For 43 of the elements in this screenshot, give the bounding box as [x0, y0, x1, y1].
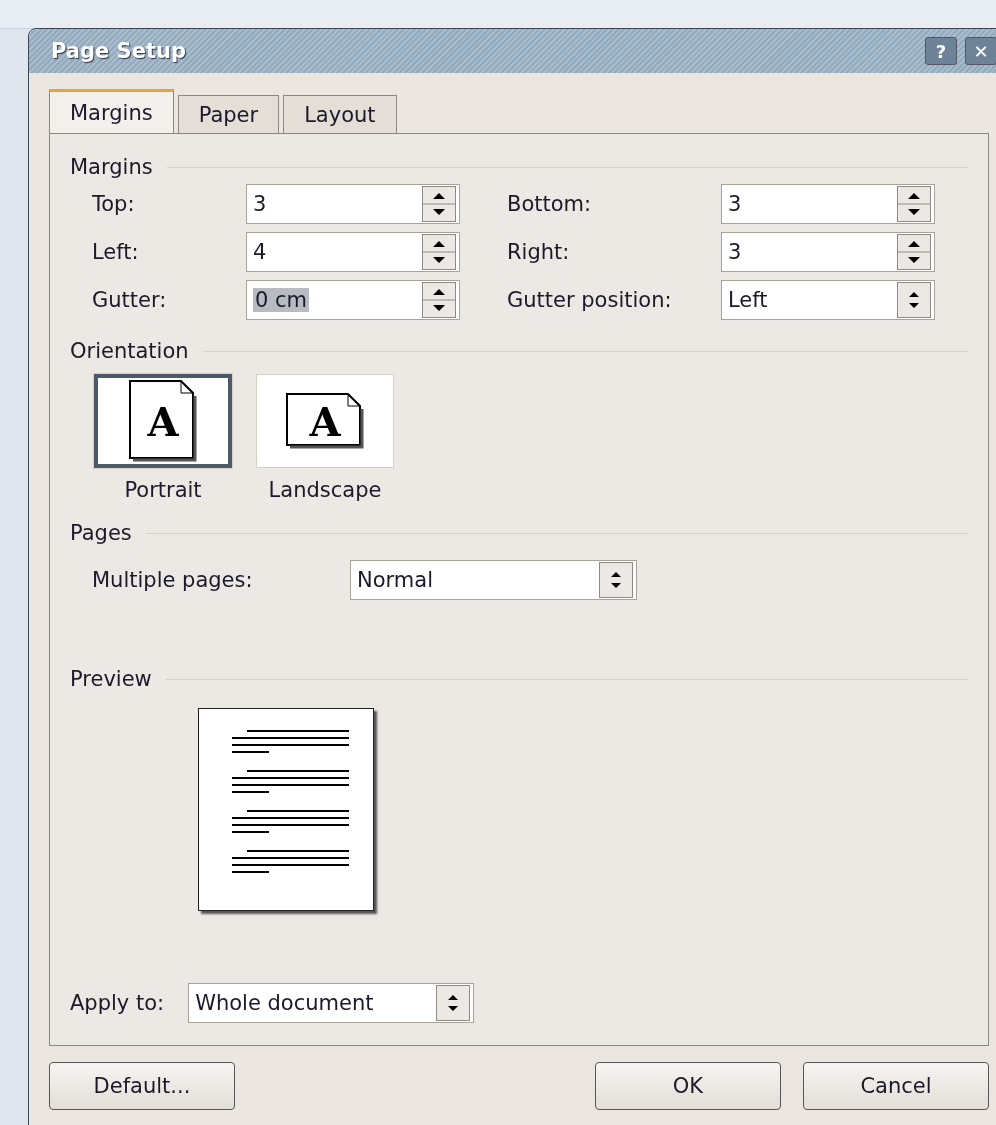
- default-button[interactable]: Default...: [49, 1062, 235, 1110]
- spinner-arrows-icon[interactable]: [422, 186, 456, 222]
- group-heading: Orientation: [70, 339, 189, 363]
- option-label: Portrait: [124, 478, 202, 502]
- spinner-arrows-icon[interactable]: [422, 234, 456, 270]
- orientation-option[interactable]: A: [256, 374, 394, 468]
- close-button[interactable]: ✕: [965, 37, 996, 65]
- field-label: Gutter position:: [507, 288, 673, 312]
- margin-field[interactable]: 0 cm: [246, 280, 460, 320]
- group-heading: Preview: [70, 667, 152, 691]
- dropdown-field[interactable]: Normal: [350, 560, 637, 600]
- dropdown-arrows-icon[interactable]: [436, 985, 471, 1021]
- help-button[interactable]: ?: [925, 37, 957, 65]
- group-heading: Pages: [70, 521, 132, 545]
- dropdown-arrows-icon[interactable]: [599, 562, 633, 598]
- spinner-arrows-icon[interactable]: [897, 186, 931, 222]
- dropdown-arrows-icon[interactable]: [897, 282, 931, 318]
- field-label: Bottom:: [507, 192, 593, 216]
- field-label: Apply to:: [70, 991, 165, 1015]
- landscape-page-icon: A: [286, 393, 364, 449]
- tab[interactable]: Layout: [283, 95, 397, 133]
- spinner-arrows-icon[interactable]: [422, 282, 456, 318]
- margin-field[interactable]: 3: [246, 184, 460, 224]
- orientation-option[interactable]: A: [94, 374, 232, 468]
- portrait-page-icon: A: [129, 380, 197, 462]
- option-label: Landscape: [268, 478, 382, 502]
- field-label: Right:: [507, 240, 571, 264]
- field-label: Top:: [92, 192, 136, 216]
- margin-field[interactable]: 4: [246, 232, 460, 272]
- ok-button[interactable]: OK: [595, 1062, 781, 1110]
- field-label: Gutter:: [92, 288, 168, 312]
- cancel-button[interactable]: Cancel: [803, 1062, 989, 1110]
- margin-field[interactable]: 3: [721, 232, 935, 272]
- dropdown-field[interactable]: Left: [721, 280, 935, 320]
- tab[interactable]: Paper: [177, 95, 280, 133]
- field-label: Left:: [92, 240, 140, 264]
- spinner-arrows-icon[interactable]: [897, 234, 931, 270]
- field-label: Multiple pages:: [92, 568, 254, 592]
- dropdown-field[interactable]: Whole document: [188, 983, 475, 1023]
- group-heading: Margins: [70, 155, 153, 179]
- tab[interactable]: Margins: [49, 89, 174, 133]
- window-title: Page Setup: [51, 39, 187, 63]
- margin-field[interactable]: 3: [721, 184, 935, 224]
